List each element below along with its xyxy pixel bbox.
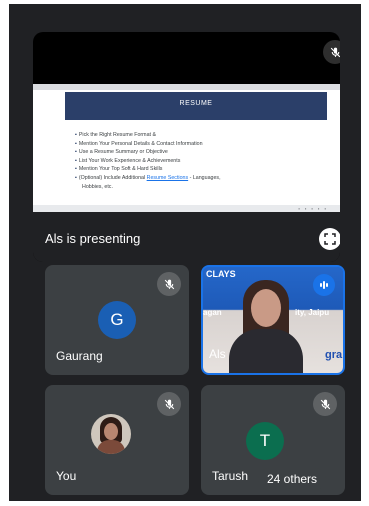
slide-title: RESUME bbox=[179, 100, 213, 107]
banner-text: ity, Jaipu bbox=[295, 308, 330, 317]
others-count-button[interactable]: 24 others bbox=[258, 468, 327, 490]
avatar-photo-body bbox=[97, 440, 125, 454]
bullet-text: (Optional) Include Additional bbox=[78, 174, 147, 181]
participant-name: Gaurang bbox=[56, 349, 103, 363]
presentation-tile[interactable]: RESUME Pick the Right Resume Format & Me… bbox=[33, 32, 340, 262]
bullet-item-continuation: Hobbies, etc. bbox=[82, 183, 113, 190]
participant-name: Tarush bbox=[212, 469, 249, 483]
fullscreen-icon bbox=[324, 233, 336, 245]
resume-sections-link[interactable]: Resume Sections bbox=[147, 175, 189, 181]
mic-off-icon bbox=[323, 40, 340, 64]
bullet-item: Mention Your Top Soft & Hard Skills bbox=[75, 165, 325, 174]
participant-tile-you[interactable]: You bbox=[45, 385, 189, 495]
video-person-body bbox=[229, 329, 303, 373]
bullet-item: Pick the Right Resume Format & bbox=[75, 131, 325, 140]
mic-off-icon bbox=[313, 392, 337, 416]
presenter-label: Als is presenting bbox=[45, 231, 141, 246]
bullet-text: - Languages, bbox=[188, 174, 221, 181]
banner-text: gra bbox=[325, 349, 343, 361]
slide-header: RESUME bbox=[65, 92, 327, 120]
participant-name: Als bbox=[209, 347, 226, 361]
avatar: G bbox=[98, 301, 136, 339]
participant-name: You bbox=[56, 469, 77, 483]
avatar-photo-face bbox=[104, 423, 118, 440]
mic-off-icon bbox=[157, 392, 181, 416]
banner-text: CLAYS bbox=[206, 269, 236, 279]
meet-grid: RESUME Pick the Right Resume Format & Me… bbox=[9, 4, 361, 501]
slide-footer bbox=[33, 205, 340, 212]
fullscreen-button[interactable] bbox=[319, 228, 340, 250]
shared-slide: RESUME Pick the Right Resume Format & Me… bbox=[33, 84, 340, 212]
banner-text: agan bbox=[203, 308, 222, 317]
bullet-item-optional: (Optional) Include Additional Resume Sec… bbox=[75, 174, 325, 183]
bullet-item: Use a Resume Summary or Objective bbox=[75, 148, 325, 157]
avatar: T bbox=[246, 422, 284, 460]
slide-controls: ▪ ▪ ▪ ▪ ▪ bbox=[298, 206, 328, 211]
audio-wave-icon bbox=[313, 274, 335, 296]
participant-tile-als[interactable]: CLAYS agan ity, Jaipu gra Als bbox=[201, 265, 345, 375]
mic-off-icon bbox=[157, 272, 181, 296]
bullet-item: Mention Your Personal Details & Contact … bbox=[75, 140, 325, 149]
slide-bullet-list: Pick the Right Resume Format & Mention Y… bbox=[75, 131, 325, 191]
bullet-item: List Your Work Experience & Achievements bbox=[75, 157, 325, 166]
participant-tile-gaurang[interactable]: G Gaurang bbox=[45, 265, 189, 375]
avatar bbox=[91, 414, 131, 454]
slide-toolbar bbox=[33, 84, 340, 90]
video-person-face bbox=[251, 289, 281, 327]
